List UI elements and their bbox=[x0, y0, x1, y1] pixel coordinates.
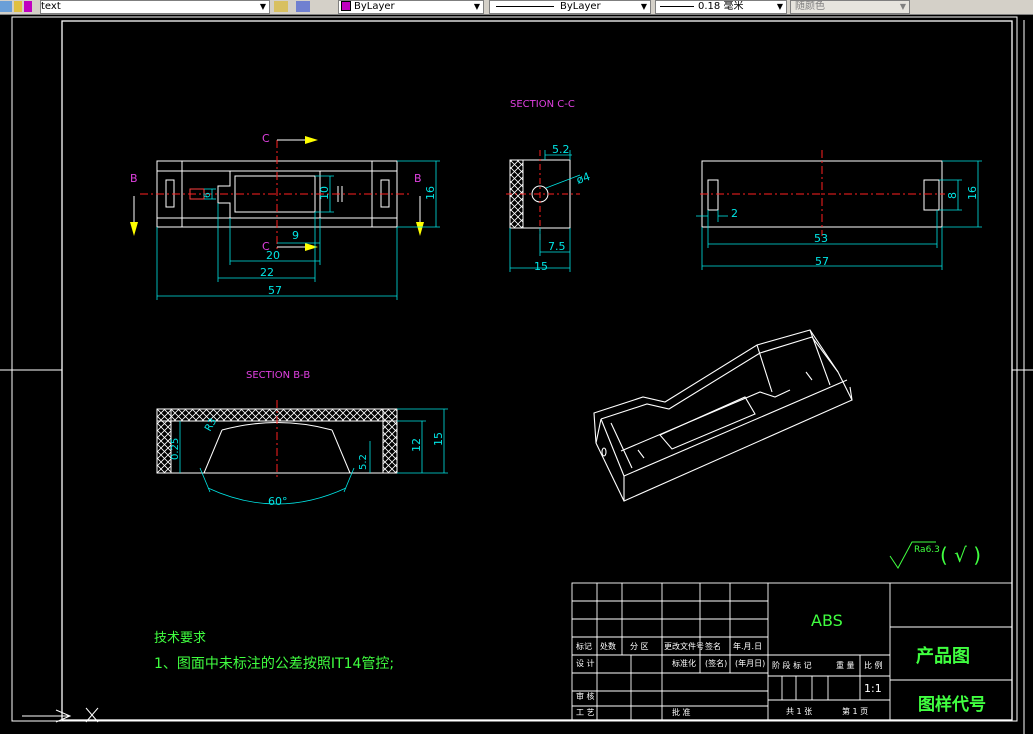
inner-frame bbox=[61, 20, 1013, 721]
tb-sheet-total: 共 1 张 bbox=[786, 707, 812, 716]
drawing-code-label: 图样代号 bbox=[918, 694, 986, 715]
section-bb-dimension-lines bbox=[179, 408, 448, 505]
color-select[interactable]: ByLayer ▼ bbox=[338, 0, 484, 14]
tb-label-approve: 批 准 bbox=[672, 707, 691, 717]
dim-7-5: 7.5 bbox=[548, 240, 566, 253]
dim-53: 53 bbox=[814, 232, 828, 245]
dim-2: 2 bbox=[731, 207, 738, 220]
linetype-preview-icon bbox=[496, 5, 554, 7]
notes-line-1: 1、图面中未标注的公差按照IT14管控; bbox=[154, 656, 394, 672]
tb-label-count: 处数 bbox=[600, 641, 616, 651]
tb-label-process: 工 艺 bbox=[576, 708, 595, 717]
cut-plane-c-arrows: C C bbox=[262, 132, 318, 253]
text-style-value: text bbox=[41, 1, 61, 12]
tb-header-weight: 重 量 bbox=[836, 660, 855, 670]
side-view-dimension-lines bbox=[696, 160, 982, 270]
chevron-down-icon[interactable]: ▼ bbox=[258, 1, 268, 13]
dim-12: 12 bbox=[410, 438, 423, 452]
tb-label-signature: 签名 bbox=[705, 641, 721, 651]
dim-22: 22 bbox=[260, 266, 274, 279]
dim-10: 10 bbox=[318, 186, 331, 200]
lock-icon[interactable] bbox=[14, 1, 22, 12]
roughness-mark: ( √ ) bbox=[940, 543, 981, 567]
dim-5-2: 5.2 bbox=[552, 143, 570, 156]
lineweight-value: 0.18 毫米 bbox=[698, 1, 744, 12]
tb-label-design: 设 计 bbox=[576, 658, 595, 668]
dim-15: 15 bbox=[534, 260, 548, 273]
dim-60-deg: 60° bbox=[268, 495, 288, 508]
material-label: ABS bbox=[811, 611, 843, 630]
layer-color-icon bbox=[24, 1, 32, 12]
layer-icon[interactable] bbox=[0, 1, 12, 12]
tb-label-mark: 标记 bbox=[576, 641, 592, 651]
dim-15-bb: 15 bbox=[432, 432, 445, 446]
tb-header-stage: 阶 段 标 记 bbox=[772, 660, 812, 670]
tb-label-change-doc: 更改文件号 bbox=[664, 641, 704, 651]
chevron-down-icon[interactable]: ▼ bbox=[775, 1, 785, 13]
section-bb-title: SECTION B-B bbox=[246, 370, 310, 381]
tb-header-scale: 比 例 bbox=[864, 660, 883, 670]
section-cc-view bbox=[506, 150, 580, 240]
dim-16: 16 bbox=[424, 186, 437, 200]
section-cc-title: SECTION C-C bbox=[510, 99, 575, 110]
text-style-select[interactable]: text ▼ bbox=[40, 0, 270, 14]
tb-label-zone: 分 区 bbox=[630, 642, 649, 651]
tb-label-standardize: 标准化 bbox=[672, 658, 696, 668]
tb-label-date: 年.月.日 bbox=[733, 641, 762, 651]
properties-toolbar: text ▼ ByLayer ▼ ByLayer ▼ 0.18 毫米 ▼ 随颜色… bbox=[0, 0, 1033, 15]
cut-label-c-top: C bbox=[262, 132, 270, 145]
chevron-down-icon[interactable]: ▼ bbox=[639, 1, 649, 13]
lineweight-select[interactable]: 0.18 毫米 ▼ bbox=[655, 0, 787, 14]
isometric-view bbox=[593, 329, 853, 502]
notes-heading: 技术要求 bbox=[154, 631, 206, 646]
dim-5-2-bb: 5.2 bbox=[358, 454, 369, 470]
layer-previous-icon[interactable] bbox=[296, 1, 310, 12]
linetype-value: ByLayer bbox=[560, 1, 601, 12]
tb-sheet-number: 第 1 页 bbox=[842, 706, 868, 716]
dim-6: 6 bbox=[203, 192, 213, 198]
linetype-select[interactable]: ByLayer ▼ bbox=[489, 0, 651, 14]
cut-label-b-right: B bbox=[414, 172, 422, 185]
roughness-value: Ra6.3 bbox=[914, 545, 940, 555]
plot-style-select[interactable]: 随颜色 ▼ bbox=[790, 0, 910, 14]
color-value: ByLayer bbox=[354, 1, 395, 12]
dim-8: 8 bbox=[946, 192, 959, 199]
product-name: 产品图 bbox=[916, 645, 970, 667]
dim-0-25: 0.25 bbox=[170, 438, 181, 460]
scale-value: 1:1 bbox=[864, 682, 882, 695]
color-swatch-icon bbox=[341, 1, 351, 11]
tb-label-sign: (签名) bbox=[705, 658, 727, 668]
outer-frame bbox=[11, 16, 1018, 722]
chevron-down-icon: ▼ bbox=[899, 2, 907, 11]
tb-label-ymd: (年月日) bbox=[735, 658, 765, 668]
dim-16-side: 16 bbox=[966, 186, 979, 200]
dim-57-side: 57 bbox=[815, 255, 829, 268]
plot-style-value: 随颜色 bbox=[795, 1, 825, 12]
dim-9: 9 bbox=[292, 229, 299, 242]
dim-57: 57 bbox=[268, 284, 282, 297]
tb-label-review: 审 核 bbox=[576, 691, 595, 701]
dim-20: 20 bbox=[266, 249, 280, 262]
dim-dia-4: ø4 bbox=[575, 170, 592, 187]
layer-stack-icon[interactable] bbox=[274, 1, 288, 12]
cut-label-b-left: B bbox=[130, 172, 138, 185]
drawing-canvas[interactable]: C C B B 57 22 20 9 16 10 6 SECTION C-C 5… bbox=[0, 15, 1033, 734]
chevron-down-icon[interactable]: ▼ bbox=[472, 1, 482, 13]
lineweight-preview-icon bbox=[660, 5, 694, 7]
